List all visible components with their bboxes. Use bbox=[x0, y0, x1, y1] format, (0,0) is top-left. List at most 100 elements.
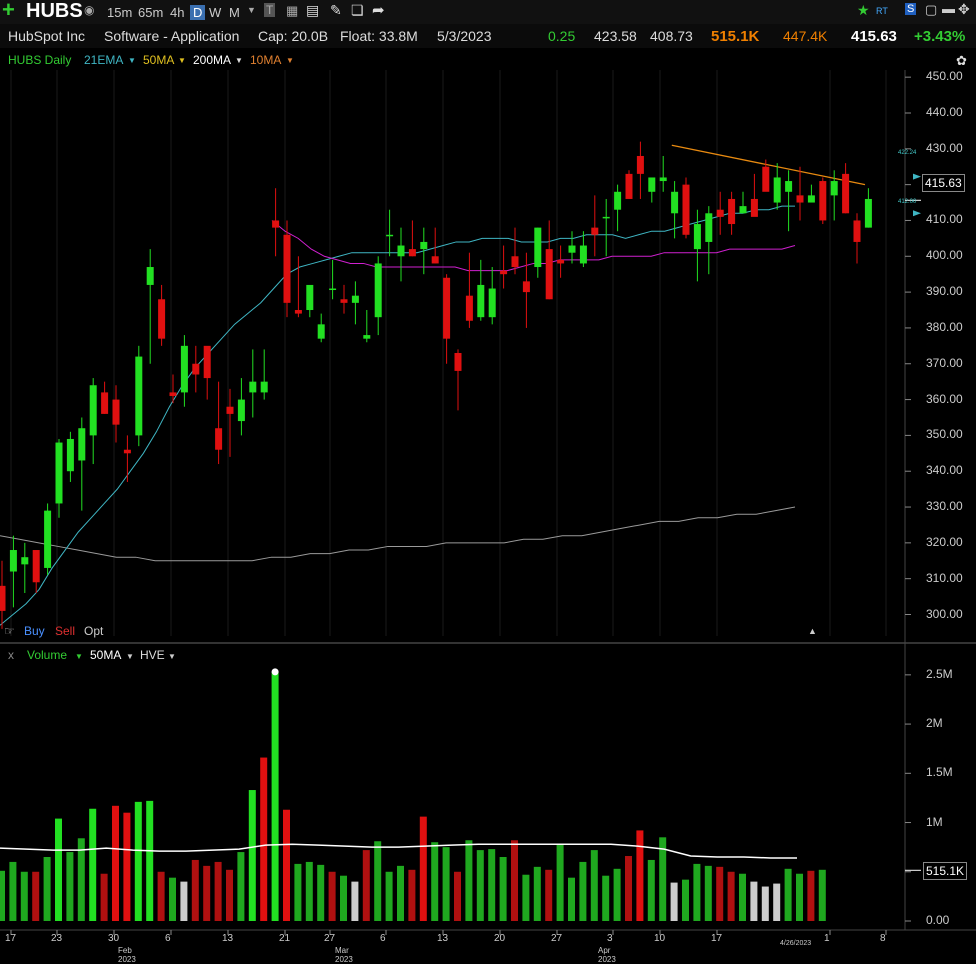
volume-bar bbox=[533, 866, 541, 921]
candle-body bbox=[317, 324, 325, 339]
volume-bar bbox=[66, 852, 74, 921]
volume-bar bbox=[454, 871, 461, 921]
volume-ma-line bbox=[0, 843, 797, 859]
date-tick-label: 10 bbox=[654, 933, 666, 944]
candle-body bbox=[9, 550, 17, 572]
price-tick-label: 310.00 bbox=[926, 570, 963, 585]
volume-bar bbox=[191, 859, 199, 921]
candle-body bbox=[180, 345, 188, 393]
volume-bar bbox=[169, 877, 176, 921]
volume-bar bbox=[431, 842, 439, 921]
candle-body bbox=[89, 385, 97, 436]
candle-body bbox=[215, 428, 223, 450]
volume-bar bbox=[419, 816, 427, 921]
candle-body bbox=[158, 299, 166, 339]
candle-body bbox=[522, 281, 530, 293]
volume-bar bbox=[317, 864, 325, 921]
peak-volume-marker bbox=[271, 668, 279, 676]
date-tick-label: 13 bbox=[437, 933, 449, 944]
candle-body bbox=[66, 438, 74, 472]
candle-body bbox=[340, 299, 348, 303]
price-volume-chart[interactable] bbox=[0, 0, 976, 957]
volume-bar bbox=[647, 859, 655, 921]
price-tick-label: 350.00 bbox=[926, 427, 963, 442]
candle-body bbox=[397, 245, 405, 257]
volume-bar bbox=[397, 865, 404, 921]
candle-body bbox=[511, 256, 519, 268]
candle-body bbox=[192, 363, 200, 375]
candle-body bbox=[454, 353, 462, 371]
volume-bar bbox=[488, 849, 496, 921]
candle-body bbox=[716, 209, 724, 217]
candle-body bbox=[557, 259, 565, 264]
candle-body bbox=[785, 181, 793, 192]
candle-body bbox=[739, 206, 747, 214]
candle-body bbox=[78, 428, 86, 461]
ema-price-tag: 422.24 bbox=[898, 150, 917, 156]
volume-bar bbox=[716, 866, 724, 921]
options-button[interactable]: Opt bbox=[84, 624, 103, 638]
candle-body bbox=[659, 177, 667, 182]
volume-bar bbox=[602, 875, 610, 921]
volume-bar bbox=[351, 881, 359, 921]
candle-body bbox=[294, 310, 302, 314]
scroll-up-icon[interactable]: ▲ bbox=[808, 626, 817, 636]
volume-bar bbox=[89, 808, 97, 921]
candle-body bbox=[773, 177, 781, 203]
volume-bar bbox=[625, 856, 632, 921]
volume-bar bbox=[123, 812, 131, 921]
candle-body bbox=[636, 155, 644, 174]
volume-bar bbox=[340, 875, 347, 921]
volume-bar bbox=[408, 869, 416, 921]
date-marker: 4/26/2023 bbox=[780, 940, 812, 947]
volume-bar bbox=[260, 757, 268, 921]
price-tick-label: 410.00 bbox=[926, 212, 963, 227]
candle-body bbox=[682, 184, 690, 235]
candle-body bbox=[579, 245, 587, 264]
sell-button[interactable]: Sell bbox=[55, 624, 75, 638]
price-tick-label: 430.00 bbox=[926, 140, 963, 155]
volume-bar bbox=[146, 800, 154, 921]
volume-bar bbox=[818, 869, 826, 921]
candle-body bbox=[306, 284, 314, 311]
hand-icon[interactable]: ☞ bbox=[4, 624, 15, 638]
date-tick-label: 17 bbox=[711, 933, 723, 944]
volume-bar bbox=[556, 844, 564, 921]
volume-bar bbox=[134, 801, 142, 921]
volume-bar bbox=[636, 830, 644, 921]
candle-body bbox=[807, 195, 815, 203]
volume-bar bbox=[283, 809, 290, 921]
date-tick-label: 20 bbox=[494, 933, 506, 944]
date-tick-label: 30 bbox=[108, 933, 120, 944]
chevron-down-icon[interactable]: ▼ bbox=[126, 652, 134, 661]
candle-body bbox=[728, 198, 736, 225]
volume-bar bbox=[112, 805, 119, 921]
price-tick-label: 440.00 bbox=[926, 104, 963, 119]
price-tick-label: 450.00 bbox=[926, 69, 963, 84]
ma-marker bbox=[913, 210, 921, 217]
candle-body bbox=[614, 191, 622, 210]
candle-body bbox=[386, 234, 394, 237]
last-price-label: 415.63 bbox=[922, 174, 965, 192]
candle-body bbox=[488, 288, 496, 318]
hve-label[interactable]: HVE bbox=[140, 648, 165, 662]
candle-body bbox=[374, 263, 382, 318]
close-volume-icon[interactable]: x bbox=[8, 648, 14, 662]
volume-bar bbox=[180, 881, 188, 921]
volume-ma-label[interactable]: 50MA bbox=[90, 648, 121, 662]
volume-label[interactable]: Volume bbox=[27, 648, 67, 662]
volume-bar bbox=[157, 871, 165, 921]
candle-body bbox=[648, 177, 656, 192]
buy-button[interactable]: Buy bbox=[24, 624, 45, 638]
chevron-down-icon[interactable]: ▼ bbox=[168, 652, 176, 661]
volume-bar bbox=[807, 870, 815, 921]
price-tick-label: 400.00 bbox=[926, 248, 963, 263]
volume-bar bbox=[499, 857, 507, 921]
date-tick-label: 27 bbox=[551, 933, 563, 944]
volume-bar bbox=[773, 883, 781, 921]
candle-body bbox=[260, 381, 268, 393]
date-tick-label: 13 bbox=[222, 933, 234, 944]
volume-bar bbox=[704, 865, 712, 921]
chevron-down-icon[interactable]: ▼ bbox=[75, 652, 83, 661]
volume-bar bbox=[568, 877, 575, 921]
